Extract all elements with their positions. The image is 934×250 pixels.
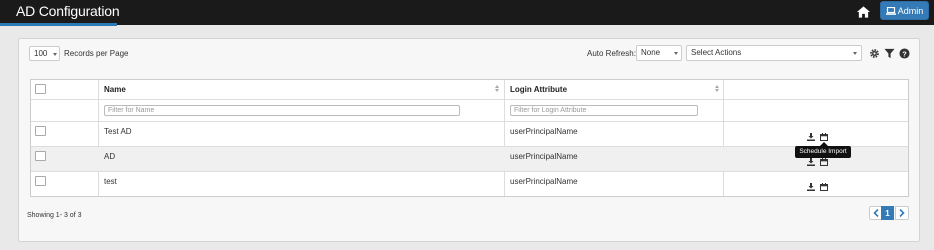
ad-config-table: Name Login Attribute Filter for Name Fil… <box>30 79 909 197</box>
chevron-right-icon <box>899 209 905 217</box>
svg-text:?: ? <box>902 49 907 58</box>
filter-row: Filter for Name Filter for Login Attribu… <box>31 99 908 121</box>
showing-records-text: Showing 1- 3 of 3 <box>27 212 82 219</box>
select-actions-dropdown[interactable]: Select Actions <box>686 45 862 61</box>
row-checkbox[interactable] <box>35 176 46 186</box>
schedule-import-tooltip: Schedule Import <box>795 146 851 158</box>
next-page-button[interactable] <box>895 206 909 220</box>
row-checkbox[interactable] <box>35 151 46 161</box>
sort-icon[interactable] <box>715 85 719 92</box>
column-header-login-attribute[interactable]: Login Attribute <box>510 85 567 94</box>
download-icon[interactable] <box>807 158 815 166</box>
table-row[interactable]: Test AD userPrincipalName <box>31 121 908 146</box>
select-actions-placeholder: Select Actions <box>691 48 742 57</box>
current-page-button[interactable]: 1 <box>881 206 894 220</box>
admin-user-label: Admin <box>897 5 924 16</box>
row-login-attribute: userPrincipalName <box>510 152 578 161</box>
filter-icon[interactable] <box>884 48 895 59</box>
calendar-icon[interactable] <box>820 183 828 191</box>
name-filter-input[interactable]: Filter for Name <box>104 105 460 116</box>
chevron-left-icon <box>872 209 879 217</box>
records-per-page-label: Records per Page <box>64 49 129 58</box>
title-underline <box>0 23 117 26</box>
table-row[interactable]: AD userPrincipalName <box>31 146 908 171</box>
auto-refresh-value: None <box>641 48 661 57</box>
records-per-page-select[interactable]: 100 <box>29 46 60 61</box>
download-icon[interactable] <box>807 183 815 191</box>
table-row[interactable]: test userPrincipalName <box>31 171 908 196</box>
row-login-attribute: userPrincipalName <box>510 127 578 136</box>
auto-refresh-select[interactable]: None <box>636 45 682 61</box>
admin-user-button[interactable]: Admin <box>880 1 929 20</box>
row-name: Test AD <box>104 127 132 136</box>
select-all-checkbox[interactable] <box>35 84 46 94</box>
chevron-down-icon <box>53 53 57 56</box>
gear-icon[interactable] <box>869 48 880 59</box>
chevron-down-icon <box>853 52 857 55</box>
home-icon[interactable] <box>857 6 870 18</box>
login-attribute-filter-input[interactable]: Filter for Login Attribute <box>510 105 698 116</box>
help-icon[interactable]: ? <box>899 48 910 59</box>
column-header-name[interactable]: Name <box>104 85 126 94</box>
chevron-down-icon <box>674 52 678 55</box>
page-title: AD Configuration <box>16 3 120 19</box>
row-name: AD <box>104 152 116 161</box>
laptop-icon <box>885 6 896 15</box>
download-icon[interactable] <box>807 133 815 141</box>
calendar-icon[interactable] <box>820 158 828 166</box>
row-checkbox[interactable] <box>35 126 46 136</box>
records-per-page-value: 100 <box>34 49 48 58</box>
sort-icon[interactable] <box>495 85 499 92</box>
main-panel: 100 Records per Page Auto Refresh: None … <box>18 38 920 242</box>
row-name: test <box>104 177 117 186</box>
calendar-icon[interactable] <box>820 133 828 141</box>
top-bar: AD Configuration Admin <box>0 0 934 26</box>
row-login-attribute: userPrincipalName <box>510 177 578 186</box>
auto-refresh-label: Auto Refresh: <box>587 49 636 58</box>
